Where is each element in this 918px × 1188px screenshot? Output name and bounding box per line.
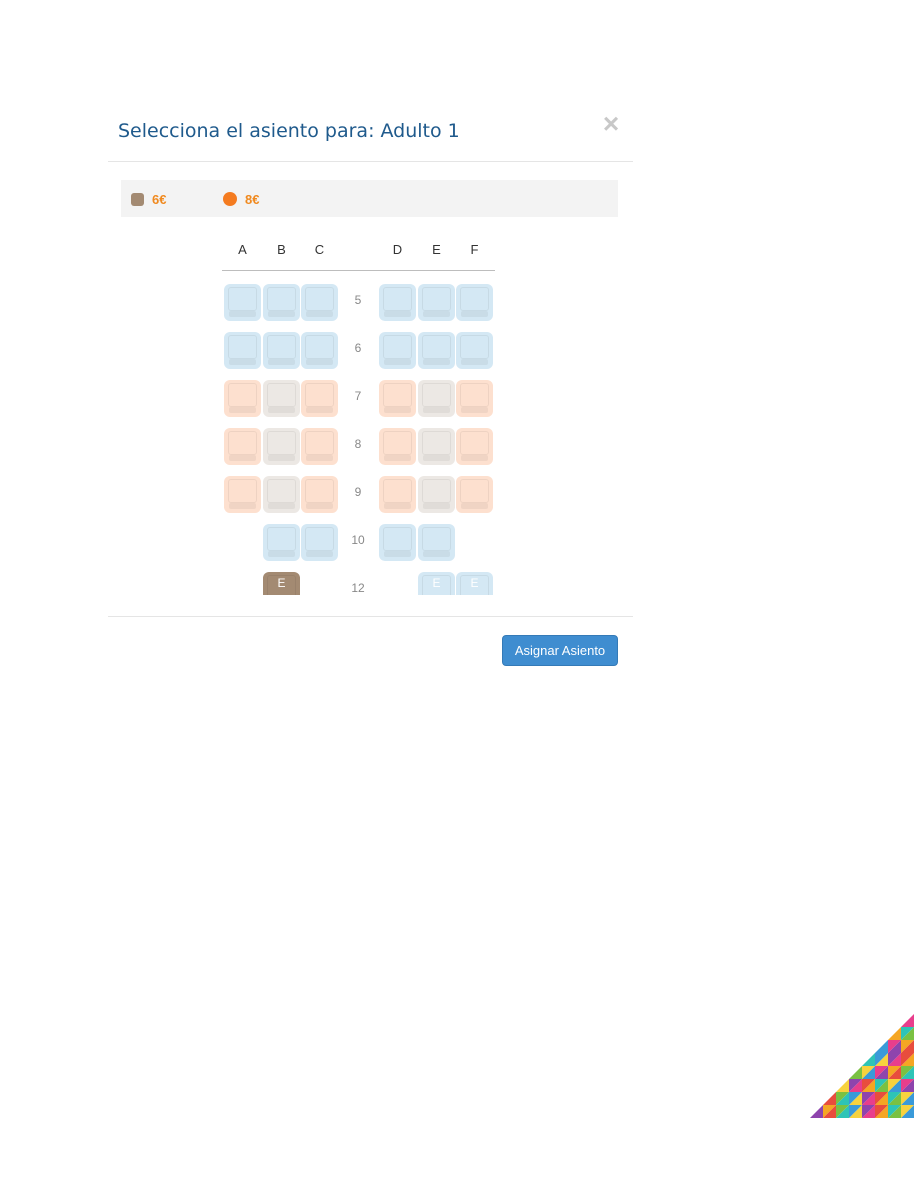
- modal-header: Selecciona el asiento para: Adulto 1 ×: [108, 100, 633, 162]
- triangle-shape: [823, 1092, 836, 1105]
- seat-map[interactable]: ▲ ▼ ABCDEF567891012EEE: [222, 228, 521, 595]
- seat-8e[interactable]: [418, 428, 455, 465]
- seat-9d[interactable]: [379, 476, 416, 513]
- legend-swatch-orange: [223, 192, 237, 206]
- seat-12f[interactable]: E: [456, 572, 493, 595]
- row-number: 5: [354, 293, 362, 307]
- column-header-e: E: [432, 242, 441, 257]
- seat-12e[interactable]: E: [418, 572, 455, 595]
- row-number: 8: [354, 437, 362, 451]
- seat-label: E: [432, 576, 441, 590]
- triangle-shape: [875, 1040, 888, 1053]
- triangle-shape: [810, 1105, 823, 1118]
- seat-7a[interactable]: [224, 380, 261, 417]
- seat-5d[interactable]: [379, 284, 416, 321]
- seat-7c[interactable]: [301, 380, 338, 417]
- seat-9e[interactable]: [418, 476, 455, 513]
- row-number: 10: [351, 533, 365, 547]
- seat-8c[interactable]: [301, 428, 338, 465]
- seat-9b[interactable]: [263, 476, 300, 513]
- seat-6f[interactable]: [456, 332, 493, 369]
- row-number: 12: [351, 581, 365, 595]
- price-legend: 6€ 8€: [121, 180, 618, 217]
- seat-6a[interactable]: [224, 332, 261, 369]
- seat-12b[interactable]: E: [263, 572, 300, 595]
- column-header-a: A: [238, 242, 247, 257]
- seat-5c[interactable]: [301, 284, 338, 321]
- triangle-shape: [862, 1053, 875, 1066]
- seat-8d[interactable]: [379, 428, 416, 465]
- column-header-b: B: [277, 242, 286, 257]
- modal-footer: Asignar Asiento: [108, 616, 633, 677]
- legend-price: 8€: [245, 191, 260, 207]
- seat-8a[interactable]: [224, 428, 261, 465]
- seat-7d[interactable]: [379, 380, 416, 417]
- column-header-d: D: [392, 242, 403, 257]
- row-number: 7: [354, 389, 362, 403]
- triangle-shape: [901, 1014, 914, 1027]
- assign-seat-button[interactable]: Asignar Asiento: [502, 635, 618, 666]
- seat-5e[interactable]: [418, 284, 455, 321]
- seat-label: E: [470, 576, 479, 590]
- seat-5a[interactable]: [224, 284, 261, 321]
- decorative-triangles-icon: [810, 1014, 914, 1118]
- row-number: 9: [354, 485, 362, 499]
- seat-10e[interactable]: [418, 524, 455, 561]
- column-header-f: F: [470, 242, 479, 257]
- legend-item-8: 8€: [223, 191, 259, 207]
- seat-10c[interactable]: [301, 524, 338, 561]
- legend-price: 6€: [152, 191, 167, 207]
- seat-10d[interactable]: [379, 524, 416, 561]
- column-header-c: C: [314, 242, 325, 257]
- modal-title: Selecciona el asiento para: Adulto 1: [118, 120, 460, 142]
- seat-9f[interactable]: [456, 476, 493, 513]
- seat-6e[interactable]: [418, 332, 455, 369]
- header-divider: [222, 270, 495, 271]
- seat-6d[interactable]: [379, 332, 416, 369]
- seat-selection-modal: Selecciona el asiento para: Adulto 1 × 6…: [108, 100, 633, 666]
- seat-5f[interactable]: [456, 284, 493, 321]
- triangle-shape: [849, 1066, 862, 1079]
- seat-6c[interactable]: [301, 332, 338, 369]
- seat-8f[interactable]: [456, 428, 493, 465]
- triangle-shape: [836, 1079, 849, 1092]
- close-icon[interactable]: ×: [599, 110, 623, 138]
- legend-swatch-brown: [131, 192, 144, 206]
- seat-5b[interactable]: [263, 284, 300, 321]
- seat-7f[interactable]: [456, 380, 493, 417]
- seat-10b[interactable]: [263, 524, 300, 561]
- seat-9a[interactable]: [224, 476, 261, 513]
- seat-7e[interactable]: [418, 380, 455, 417]
- seat-7b[interactable]: [263, 380, 300, 417]
- triangle-shape: [888, 1027, 901, 1040]
- seat-9c[interactable]: [301, 476, 338, 513]
- seat-label: E: [277, 576, 286, 590]
- row-number: 6: [354, 341, 362, 355]
- legend-item-6: 6€: [131, 191, 166, 207]
- seat-8b[interactable]: [263, 428, 300, 465]
- seat-6b[interactable]: [263, 332, 300, 369]
